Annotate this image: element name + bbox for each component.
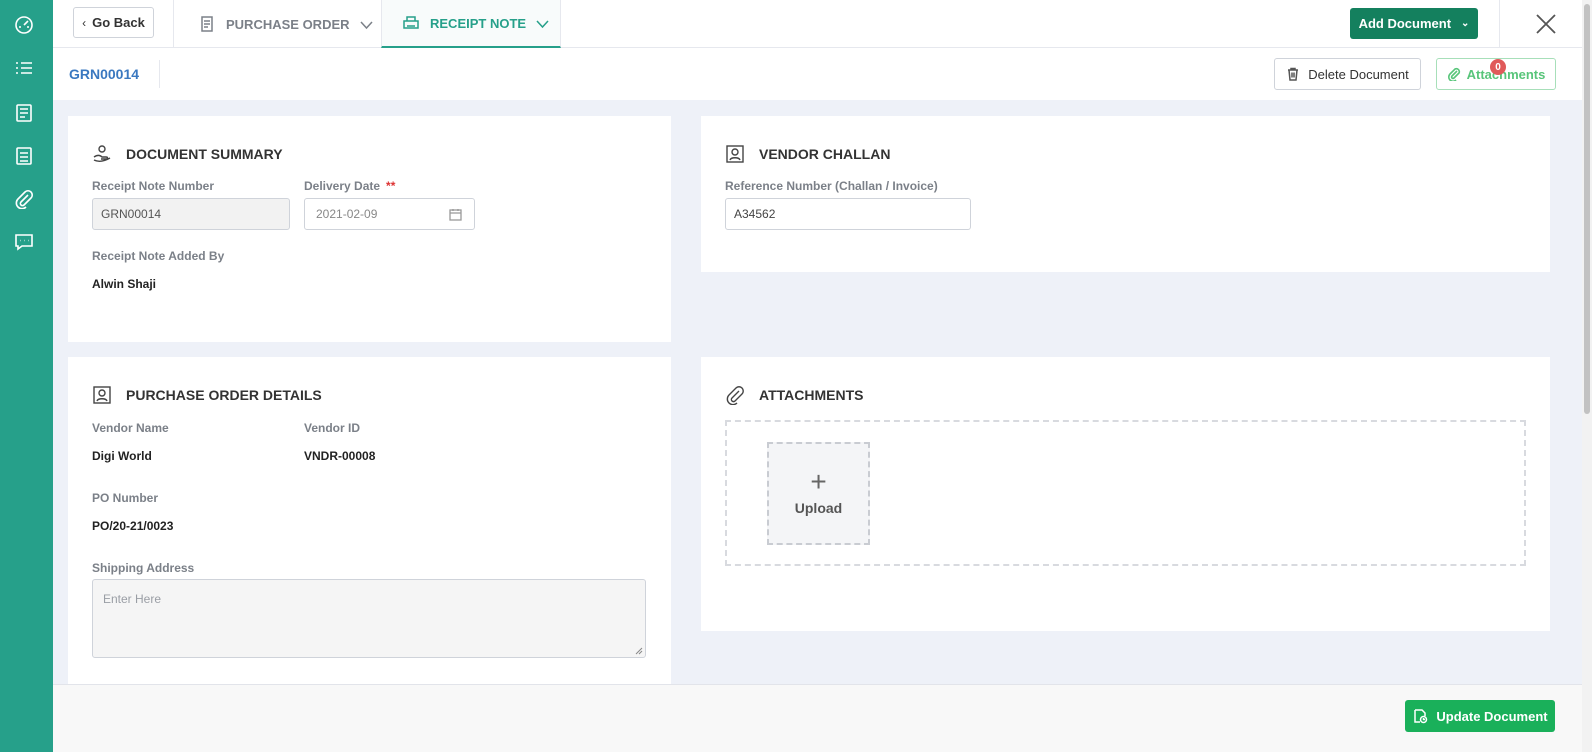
shipping-address-textarea[interactable]: Enter Here bbox=[92, 579, 646, 658]
printer-icon bbox=[403, 16, 419, 29]
vendor-name-label: Vendor Name bbox=[92, 421, 169, 435]
resize-grip-icon[interactable] bbox=[635, 647, 643, 655]
vendor-challan-card: VENDOR CHALLAN Reference Number (Challan… bbox=[701, 116, 1550, 272]
tab-receipt-note[interactable]: RECEIPT NOTE bbox=[381, 0, 561, 48]
upload-button[interactable]: + Upload bbox=[767, 442, 870, 545]
delivery-date-field[interactable]: 2021-02-09 bbox=[304, 198, 475, 230]
chevron-down-icon: ⌄ bbox=[1461, 18, 1470, 29]
footer-bar: Update Document bbox=[53, 684, 1592, 752]
chevron-down-icon bbox=[359, 20, 373, 29]
shipping-address-placeholder: Enter Here bbox=[103, 592, 162, 606]
go-back-button[interactable]: ‹ Go Back bbox=[73, 7, 154, 38]
paperclip-icon bbox=[1447, 67, 1460, 81]
vendor-contact-icon bbox=[93, 386, 111, 404]
scrollbar-thumb[interactable] bbox=[1584, 4, 1590, 414]
attachments-title: ATTACHMENTS bbox=[759, 387, 864, 403]
chat-icon[interactable] bbox=[13, 231, 35, 253]
receipt-note-number-value: GRN00014 bbox=[101, 207, 162, 221]
delivery-date-label-text: Delivery Date bbox=[304, 179, 381, 193]
plus-icon: + bbox=[810, 465, 827, 497]
attachment-icon[interactable] bbox=[13, 188, 35, 210]
report-icon[interactable] bbox=[13, 145, 35, 167]
delete-document-label: Delete Document bbox=[1308, 66, 1409, 82]
shipping-address-label: Shipping Address bbox=[92, 561, 195, 575]
delivery-date-value: 2021-02-09 bbox=[316, 207, 378, 221]
document-id: GRN00014 bbox=[69, 66, 140, 82]
chevron-down-icon bbox=[536, 19, 549, 28]
document-list-icon[interactable] bbox=[13, 102, 35, 124]
vendor-challan-heading: VENDOR CHALLAN bbox=[725, 144, 890, 164]
purchase-order-details-card: PURCHASE ORDER DETAILS Vendor Name Digi … bbox=[68, 357, 671, 697]
upload-label: Upload bbox=[794, 499, 843, 516]
tab-purchase-order-label: PURCHASE ORDER bbox=[226, 16, 350, 32]
purchase-order-details-title: PURCHASE ORDER DETAILS bbox=[126, 387, 322, 403]
attachment-dropzone[interactable]: + Upload bbox=[725, 420, 1526, 566]
reference-number-value: A34562 bbox=[734, 207, 776, 221]
chevron-left-icon: ‹ bbox=[82, 15, 87, 30]
add-document-label: Add Document bbox=[1358, 16, 1452, 31]
vendor-name-value: Digi World bbox=[92, 449, 152, 463]
paperclip-icon bbox=[726, 386, 744, 405]
vendor-id-label: Vendor ID bbox=[304, 421, 361, 435]
added-by-label: Receipt Note Added By bbox=[92, 249, 225, 263]
vendor-id-value: VNDR-00008 bbox=[304, 449, 376, 463]
reference-number-label: Reference Number (Challan / Invoice) bbox=[725, 179, 938, 193]
trash-icon bbox=[1288, 67, 1299, 81]
close-button[interactable] bbox=[1499, 0, 1592, 48]
vendor-challan-title: VENDOR CHALLAN bbox=[759, 146, 891, 162]
update-document-label: Update Document bbox=[1436, 708, 1548, 724]
document-summary-heading: DOCUMENT SUMMARY bbox=[92, 144, 283, 164]
sidebar bbox=[0, 0, 53, 752]
document-summary-title: DOCUMENT SUMMARY bbox=[126, 146, 283, 162]
update-document-button[interactable]: Update Document bbox=[1405, 700, 1555, 732]
receipt-note-number-field: GRN00014 bbox=[92, 198, 290, 230]
purchase-order-details-heading: PURCHASE ORDER DETAILS bbox=[92, 385, 322, 405]
attachments-heading: ATTACHMENTS bbox=[725, 385, 863, 405]
attachments-label: Attachments bbox=[1466, 66, 1546, 82]
list-icon[interactable] bbox=[13, 58, 35, 80]
add-document-button[interactable]: Add Document ⌄ bbox=[1350, 8, 1478, 39]
close-icon bbox=[1536, 14, 1556, 34]
go-back-label: Go Back bbox=[92, 15, 145, 30]
po-number-label: PO Number bbox=[92, 491, 159, 505]
receipt-note-number-label: Receipt Note Number bbox=[92, 179, 215, 193]
tab-purchase-order[interactable]: PURCHASE ORDER bbox=[173, 0, 381, 48]
top-bar: ‹ Go Back PURCHASE ORDER RECEIPT NOTE Ad… bbox=[53, 0, 1592, 48]
document-summary-card: DOCUMENT SUMMARY Receipt Note Number GRN… bbox=[68, 116, 671, 342]
required-mark: ** bbox=[386, 179, 396, 193]
delivery-date-label: Delivery Date ** bbox=[304, 179, 395, 193]
attachments-card: ATTACHMENTS + Upload bbox=[701, 357, 1550, 631]
hand-coin-icon bbox=[93, 145, 111, 163]
calendar-icon[interactable] bbox=[449, 208, 462, 221]
divider bbox=[159, 60, 160, 88]
document-icon bbox=[201, 16, 213, 32]
attachments-count-badge: 0 bbox=[1490, 59, 1506, 75]
delete-document-button[interactable]: Delete Document bbox=[1274, 58, 1421, 90]
document-header: GRN00014 Delete Document Attachments bbox=[53, 48, 1592, 100]
po-number-value: PO/20-21/0023 bbox=[92, 519, 174, 533]
vendor-contact-icon bbox=[726, 145, 744, 163]
tab-receipt-note-label: RECEIPT NOTE bbox=[430, 15, 527, 31]
document-refresh-icon bbox=[1414, 709, 1428, 724]
dashboard-icon[interactable] bbox=[13, 14, 35, 36]
added-by-value: Alwin Shaji bbox=[92, 277, 157, 291]
reference-number-input[interactable]: A34562 bbox=[725, 198, 971, 230]
